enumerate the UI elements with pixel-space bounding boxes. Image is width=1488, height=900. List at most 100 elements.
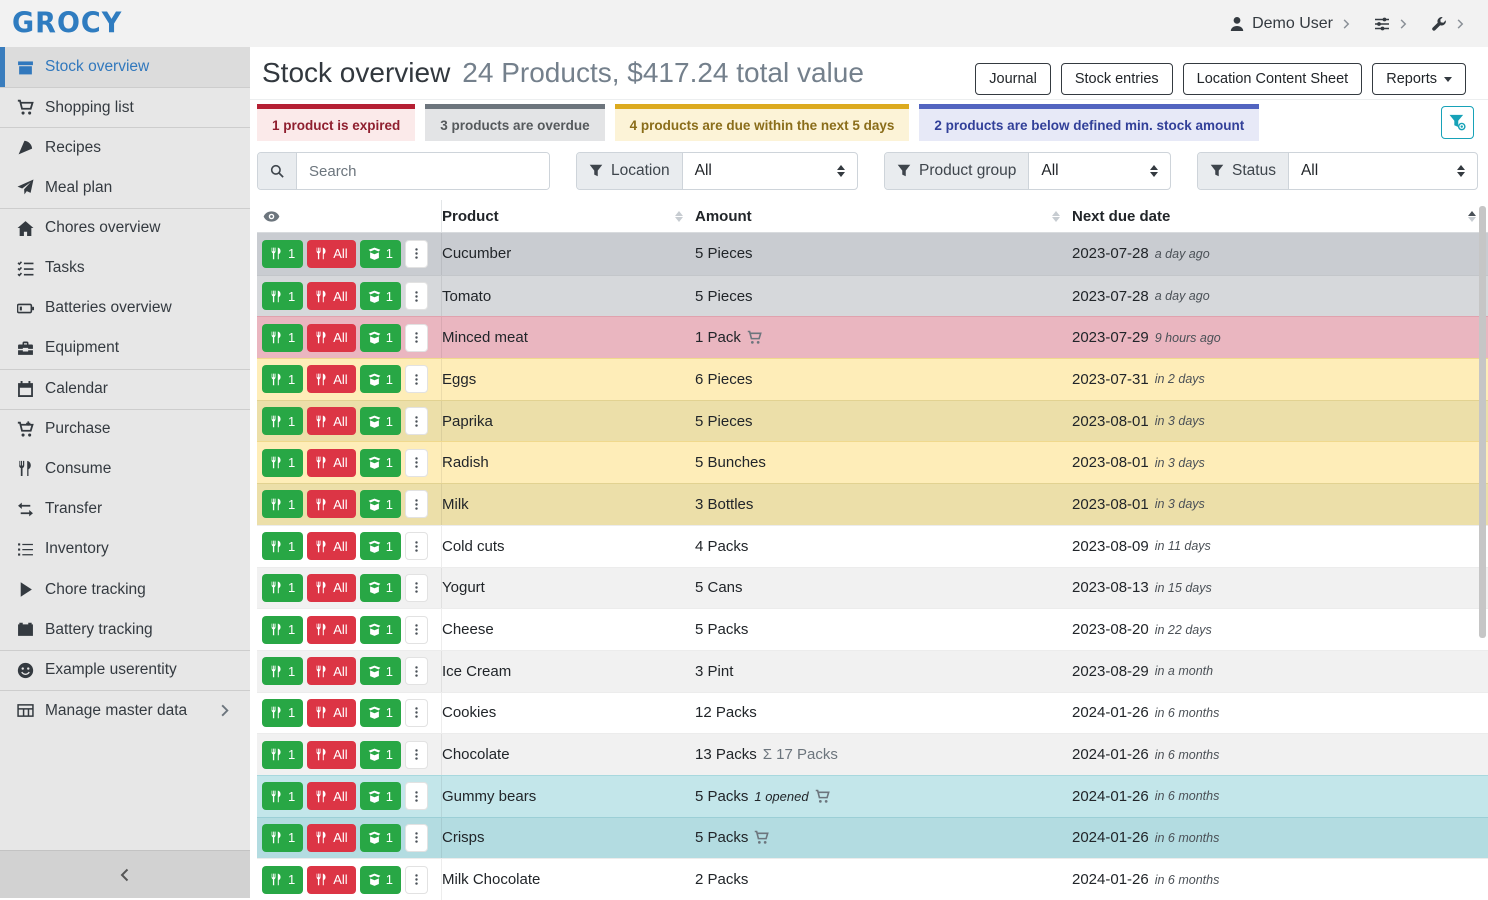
consume-all-button[interactable]: All (307, 741, 355, 769)
row-menu-button[interactable] (405, 490, 428, 518)
consume-one-button[interactable]: 1 (262, 490, 303, 518)
product-name[interactable]: Milk (442, 496, 695, 513)
product-name[interactable]: Gummy bears (442, 788, 695, 805)
consume-one-button[interactable]: 1 (262, 365, 303, 393)
product-name[interactable]: Milk Chocolate (442, 871, 695, 888)
consume-one-button[interactable]: 1 (262, 532, 303, 560)
sidebar-item-tasks[interactable]: Tasks (0, 248, 250, 288)
open-one-button[interactable]: 1 (360, 282, 401, 310)
consume-one-button[interactable]: 1 (262, 449, 303, 477)
sidebar-item-purchase[interactable]: Purchase (0, 409, 250, 449)
amount-column-header[interactable]: Amount (695, 200, 1072, 232)
row-menu-button[interactable] (405, 574, 428, 602)
consume-one-button[interactable]: 1 (262, 657, 303, 685)
open-one-button[interactable]: 1 (360, 574, 401, 602)
product-name[interactable]: Cold cuts (442, 538, 695, 555)
consume-all-button[interactable]: All (307, 824, 355, 852)
consume-all-button[interactable]: All (307, 324, 355, 352)
open-one-button[interactable]: 1 (360, 240, 401, 268)
open-one-button[interactable]: 1 (360, 824, 401, 852)
row-menu-button[interactable] (405, 699, 428, 727)
row-menu-button[interactable] (405, 824, 428, 852)
sidebar-item-chores-overview[interactable]: Chores overview (0, 208, 250, 248)
sidebar-item-recipes[interactable]: Recipes (0, 127, 250, 167)
row-menu-button[interactable] (405, 240, 428, 268)
next-due-date-column-header[interactable]: Next due date (1072, 200, 1488, 232)
sidebar-item-example-userentity[interactable]: Example userentity (0, 650, 250, 690)
admin-menu[interactable] (1431, 16, 1466, 32)
banner-overdue[interactable]: 3 products are overdue (425, 104, 604, 141)
row-menu-button[interactable] (405, 407, 428, 435)
sidebar-item-shopping-list[interactable]: Shopping list (0, 87, 250, 127)
open-one-button[interactable]: 1 (360, 449, 401, 477)
consume-all-button[interactable]: All (307, 574, 355, 602)
sidebar-item-stock-overview[interactable]: Stock overview (0, 47, 250, 87)
product-name[interactable]: Cheese (442, 621, 695, 638)
row-menu-button[interactable] (405, 282, 428, 310)
clear-filter-button[interactable] (1441, 106, 1474, 139)
open-one-button[interactable]: 1 (360, 616, 401, 644)
consume-all-button[interactable]: All (307, 407, 355, 435)
consume-all-button[interactable]: All (307, 282, 355, 310)
consume-all-button[interactable]: All (307, 449, 355, 477)
settings-menu[interactable] (1374, 16, 1409, 32)
open-one-button[interactable]: 1 (360, 782, 401, 810)
banner-below-min[interactable]: 2 products are below defined min. stock … (919, 104, 1259, 141)
sidebar-item-manage-master-data[interactable]: Manage master data (0, 690, 250, 730)
banner-due-soon[interactable]: 4 products are due within the next 5 day… (615, 104, 910, 141)
product-name[interactable]: Radish (442, 454, 695, 471)
row-menu-button[interactable] (405, 866, 428, 894)
open-one-button[interactable]: 1 (360, 866, 401, 894)
consume-all-button[interactable]: All (307, 657, 355, 685)
journal-button[interactable]: Journal (975, 63, 1051, 95)
open-one-button[interactable]: 1 (360, 324, 401, 352)
consume-all-button[interactable]: All (307, 490, 355, 518)
sidebar-item-chore-tracking[interactable]: Chore tracking (0, 569, 250, 609)
consume-one-button[interactable]: 1 (262, 240, 303, 268)
sidebar-item-batteries-overview[interactable]: Batteries overview (0, 288, 250, 328)
open-one-button[interactable]: 1 (360, 407, 401, 435)
consume-one-button[interactable]: 1 (262, 282, 303, 310)
row-menu-button[interactable] (405, 616, 428, 644)
sidebar-item-equipment[interactable]: Equipment (0, 328, 250, 368)
sidebar-item-inventory[interactable]: Inventory (0, 529, 250, 569)
status-select[interactable]: All (1289, 153, 1477, 189)
sidebar-item-meal-plan[interactable]: Meal plan (0, 168, 250, 208)
consume-one-button[interactable]: 1 (262, 574, 303, 602)
consume-all-button[interactable]: All (307, 532, 355, 560)
vertical-scrollbar[interactable] (1479, 206, 1486, 638)
row-menu-button[interactable] (405, 449, 428, 477)
consume-one-button[interactable]: 1 (262, 866, 303, 894)
row-menu-button[interactable] (405, 657, 428, 685)
open-one-button[interactable]: 1 (360, 741, 401, 769)
consume-all-button[interactable]: All (307, 866, 355, 894)
reports-button[interactable]: Reports (1372, 63, 1466, 95)
consume-one-button[interactable]: 1 (262, 741, 303, 769)
sidebar-collapse-button[interactable] (0, 850, 250, 898)
consume-one-button[interactable]: 1 (262, 699, 303, 727)
open-one-button[interactable]: 1 (360, 490, 401, 518)
banner-expired[interactable]: 1 product is expired (257, 104, 415, 141)
consume-one-button[interactable]: 1 (262, 324, 303, 352)
sidebar-item-calendar[interactable]: Calendar (0, 369, 250, 409)
product-name[interactable]: Cookies (442, 704, 695, 721)
product-name[interactable]: Eggs (442, 371, 695, 388)
stock-entries-button[interactable]: Stock entries (1061, 63, 1173, 95)
shopping-cart-icon[interactable] (747, 330, 762, 345)
open-one-button[interactable]: 1 (360, 365, 401, 393)
product-group-select[interactable]: All (1029, 153, 1170, 189)
row-menu-button[interactable] (405, 782, 428, 810)
user-menu[interactable]: Demo User (1229, 15, 1352, 33)
consume-all-button[interactable]: All (307, 616, 355, 644)
sidebar-item-consume[interactable]: Consume (0, 449, 250, 489)
consume-all-button[interactable]: All (307, 240, 355, 268)
product-name[interactable]: Chocolate (442, 746, 695, 763)
open-one-button[interactable]: 1 (360, 532, 401, 560)
location-select[interactable]: All (683, 153, 857, 189)
consume-one-button[interactable]: 1 (262, 407, 303, 435)
product-name[interactable]: Cucumber (442, 245, 695, 262)
product-column-header[interactable]: Product (442, 200, 695, 232)
product-name[interactable]: Crisps (442, 829, 695, 846)
consume-one-button[interactable]: 1 (262, 824, 303, 852)
shopping-cart-icon[interactable] (754, 830, 769, 845)
